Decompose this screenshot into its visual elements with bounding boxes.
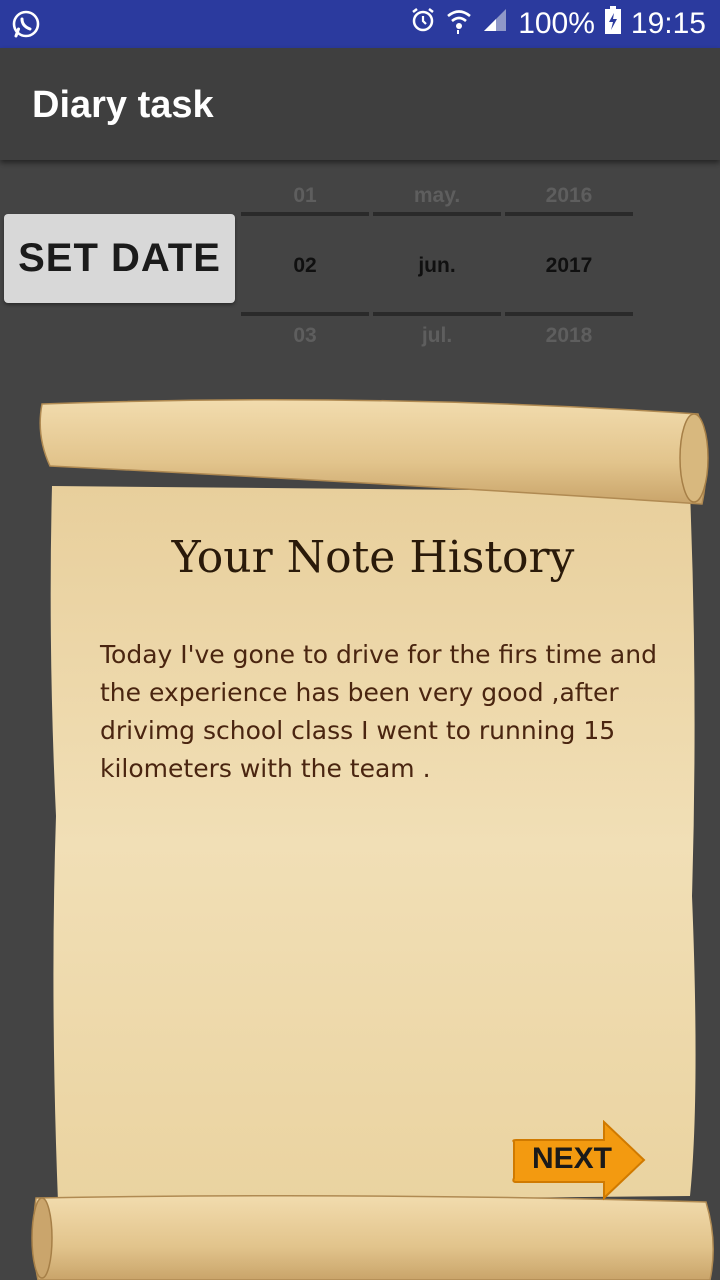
year-next-value[interactable]: 2018: [505, 324, 633, 348]
month-picker[interactable]: may. jun. jul.: [373, 170, 501, 360]
clock-time: 19:15: [630, 7, 706, 40]
set-date-button[interactable]: SET DATE: [4, 214, 235, 303]
month-next-value[interactable]: jul.: [373, 324, 501, 348]
month-picker-divider-bottom: [373, 312, 501, 316]
wifi-icon: [446, 6, 472, 42]
status-bar: 100% 19:15: [0, 0, 720, 48]
note-text: Today I've gone to drive for the firs ti…: [100, 640, 657, 783]
day-picker[interactable]: 01 02 03: [241, 170, 369, 360]
month-prev-value[interactable]: may.: [373, 184, 501, 208]
day-next-value[interactable]: 03: [241, 324, 369, 348]
battery-percent: 100%: [518, 7, 595, 40]
alarm-icon: [410, 6, 436, 42]
day-prev-value[interactable]: 01: [241, 184, 369, 208]
app-title: Diary task: [32, 84, 214, 126]
month-picker-divider-top: [373, 212, 501, 216]
month-selected-value[interactable]: jun.: [373, 254, 501, 278]
next-button[interactable]: NEXT: [508, 1120, 648, 1202]
day-picker-divider-top: [241, 212, 369, 216]
year-picker-divider-top: [505, 212, 633, 216]
year-selected-value[interactable]: 2017: [505, 254, 633, 278]
day-picker-divider-bottom: [241, 312, 369, 316]
year-picker-divider-bottom: [505, 312, 633, 316]
year-picker[interactable]: 2016 2017 2018: [505, 170, 633, 360]
battery-icon: [604, 6, 621, 42]
note-history-title: Your Note History: [171, 532, 575, 583]
year-prev-value[interactable]: 2016: [505, 184, 633, 208]
whatsapp-icon: [10, 8, 42, 45]
app-bar: Diary task: [0, 48, 720, 160]
signal-icon: [482, 7, 508, 41]
next-button-label: NEXT: [532, 1142, 613, 1175]
day-selected-value[interactable]: 02: [241, 254, 369, 278]
